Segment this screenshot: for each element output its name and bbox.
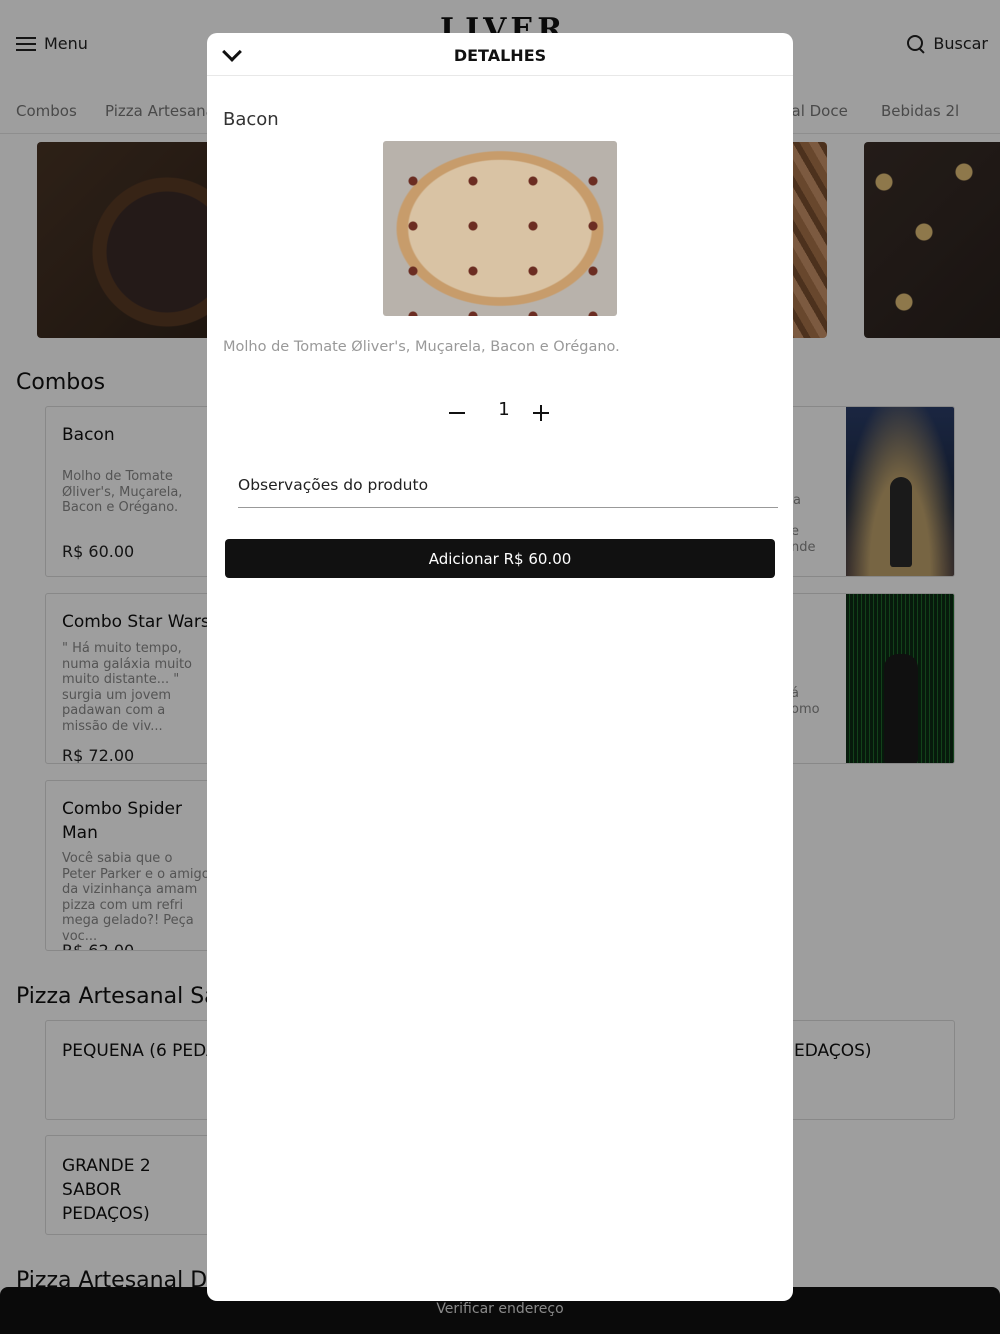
- product-description: Molho de Tomate Øliver's, Muçarela, Baco…: [223, 339, 620, 355]
- modal-title: DETALHES: [453, 46, 547, 65]
- plus-icon[interactable]: [533, 405, 549, 421]
- product-image: [383, 141, 617, 316]
- product-name: Bacon: [223, 109, 279, 130]
- modal-header: DETALHES: [207, 33, 793, 76]
- quantity-stepper: 1: [433, 397, 573, 427]
- product-details-modal: DETALHES Bacon Molho de Tomate Øliver's,…: [207, 33, 793, 1301]
- minus-icon[interactable]: [449, 412, 465, 414]
- notes-input[interactable]: [238, 463, 778, 508]
- add-to-cart-button[interactable]: Adicionar R$ 60.00: [225, 539, 775, 578]
- quantity-value: 1: [498, 399, 510, 420]
